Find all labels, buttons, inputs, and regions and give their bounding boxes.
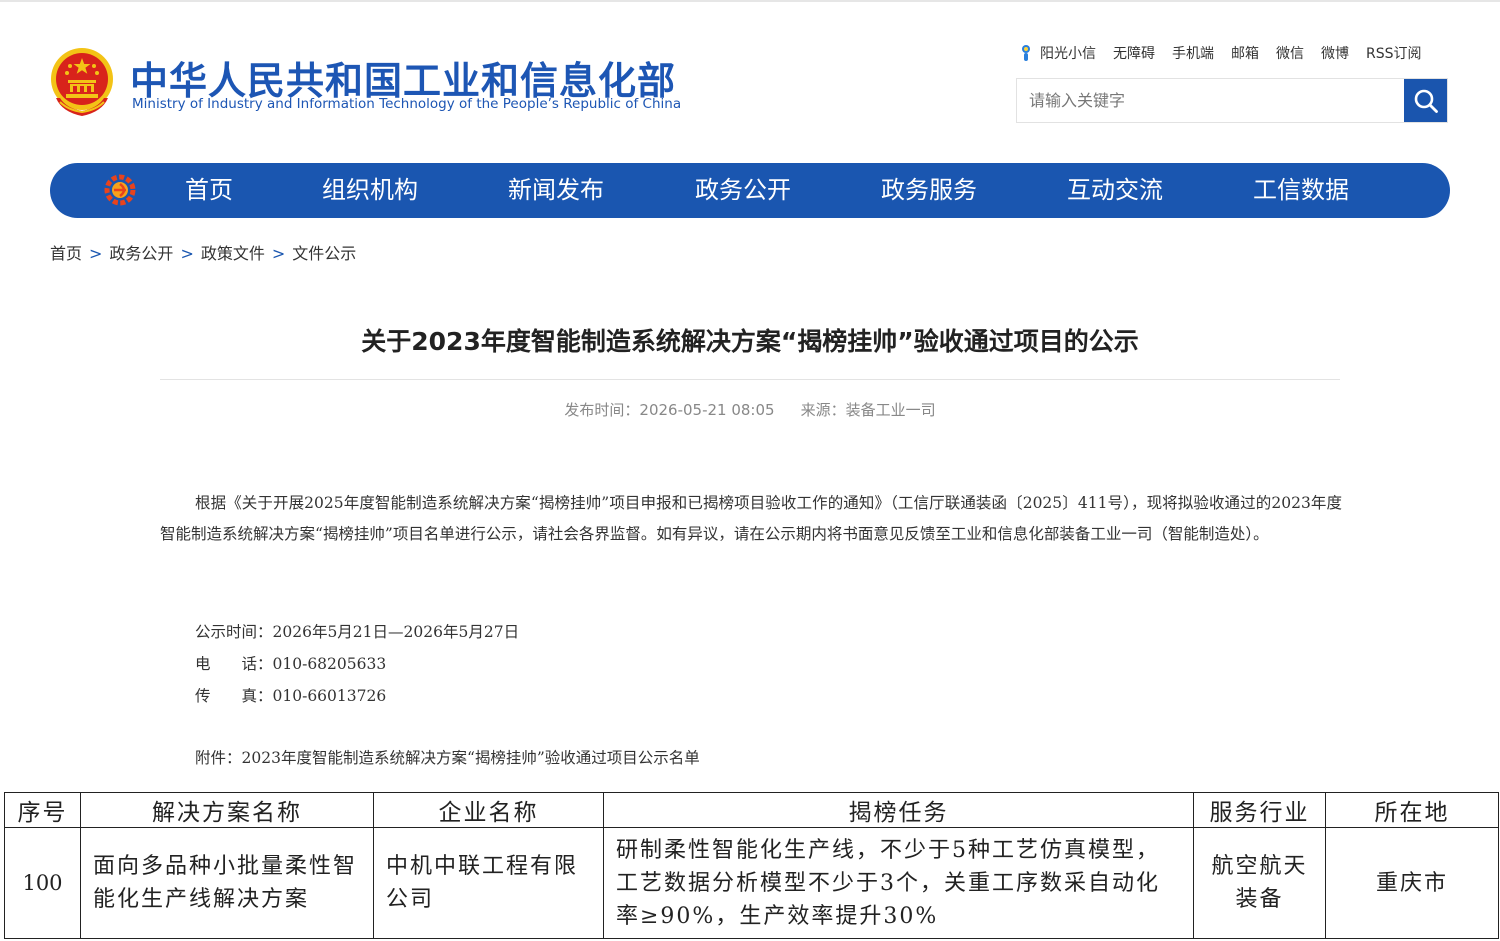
search-button[interactable] (1404, 79, 1447, 122)
top-links: 阳光小信 无障碍 手机端 邮箱 微信 微博 RSS订阅 (1018, 42, 1422, 64)
project-list-table: 序号 解决方案名称 企业名称 揭榜任务 服务行业 所在地 100 面向多品种小批… (4, 792, 1499, 939)
main-nav: 首页 组织机构 新闻发布 政务公开 政务服务 互动交流 工信数据 (50, 163, 1450, 218)
article-source: 来源：装备工业一司 (800, 401, 936, 419)
column-header-no: 序号 (4, 792, 81, 828)
breadcrumb-separator: > (89, 244, 103, 263)
breadcrumb-document-notice[interactable]: 文件公示 (292, 244, 356, 263)
breadcrumb-separator: > (271, 244, 286, 263)
breadcrumb: 首页 > 政务公开 > 政策文件 > 文件公示 (50, 240, 356, 264)
top-link-wechat[interactable]: 微信 (1276, 43, 1304, 63)
top-link-accessibility[interactable]: 无障碍 (1113, 43, 1155, 63)
top-border (0, 0, 1500, 2)
column-header-industry: 服务行业 (1193, 792, 1326, 828)
breadcrumb-home[interactable]: 首页 (50, 244, 82, 263)
contact-phone: 电 话：010-68205633 (195, 655, 387, 673)
publish-time: 发布时间：2026-05-21 08:05 (564, 401, 775, 419)
search-input[interactable] (1017, 79, 1405, 122)
top-link-sunshine[interactable]: 阳光小信 (1040, 43, 1096, 63)
nav-item-data[interactable]: 工信数据 (1253, 163, 1349, 218)
gear-logo-icon (104, 174, 136, 206)
article-meta: 发布时间：2026-05-21 08:05 来源：装备工业一司 (0, 399, 1500, 420)
table-row: 100 面向多品种小批量柔性智能化生产线解决方案 中机中联工程有限公司 研制柔性… (4, 827, 1499, 939)
column-header-company: 企业名称 (373, 792, 604, 828)
article-body: 根据《关于开展2025年度智能制造系统解决方案“揭榜挂帅”项目申报和已揭榜项目验… (160, 494, 1342, 543)
nav-item-government-affairs[interactable]: 政务公开 (695, 163, 791, 218)
nav-item-government-services[interactable]: 政务服务 (881, 163, 977, 218)
table-header-row: 序号 解决方案名称 企业名称 揭榜任务 服务行业 所在地 (4, 792, 1499, 828)
cell-location: 重庆市 (1325, 827, 1499, 939)
search-box (1016, 78, 1448, 123)
top-link-rss[interactable]: RSS订阅 (1366, 43, 1422, 63)
breadcrumb-separator: > (180, 244, 194, 263)
top-link-mailbox[interactable]: 邮箱 (1231, 43, 1259, 63)
contact-fax: 传 真：010-66013726 (195, 687, 387, 705)
top-link-mobile[interactable]: 手机端 (1172, 43, 1214, 63)
nav-item-organization[interactable]: 组织机构 (322, 163, 418, 218)
site-subtitle: Ministry of Industry and Information Tec… (132, 96, 682, 112)
cell-industry: 航空航天装备 (1193, 827, 1326, 939)
breadcrumb-government-affairs[interactable]: 政务公开 (109, 244, 173, 263)
breadcrumb-policy-documents[interactable]: 政策文件 (201, 244, 265, 263)
nav-item-interaction[interactable]: 互动交流 (1067, 163, 1163, 218)
cell-no: 100 (4, 827, 81, 939)
cell-task: 研制柔性智能化生产线，不少于5种工艺仿真模型，工艺数据分析模型不少于3个，关重工… (603, 827, 1194, 939)
nav-item-home[interactable]: 首页 (185, 163, 233, 218)
search-icon (1414, 89, 1438, 113)
cell-solution: 面向多品种小批量柔性智能化生产线解决方案 (80, 827, 374, 939)
article-title: 关于2023年度智能制造系统解决方案“揭榜挂帅”验收通过项目的公示 (361, 327, 1139, 356)
cell-company: 中机中联工程有限公司 (373, 827, 604, 939)
nav-item-news[interactable]: 新闻发布 (508, 163, 604, 218)
national-emblem-icon (51, 48, 113, 116)
sunshine-mascot-icon (1022, 45, 1030, 61)
column-header-task: 揭榜任务 (603, 792, 1194, 828)
column-header-solution: 解决方案名称 (80, 792, 374, 828)
notice-period: 公示时间：2026年5月21日—2026年5月27日 (195, 623, 520, 641)
top-link-weibo[interactable]: 微博 (1321, 43, 1349, 63)
attachment-title: 附件：2023年度智能制造系统解决方案“揭榜挂帅”验收通过项目公示名单 (195, 749, 700, 767)
title-divider (160, 379, 1340, 380)
column-header-location: 所在地 (1325, 792, 1499, 828)
